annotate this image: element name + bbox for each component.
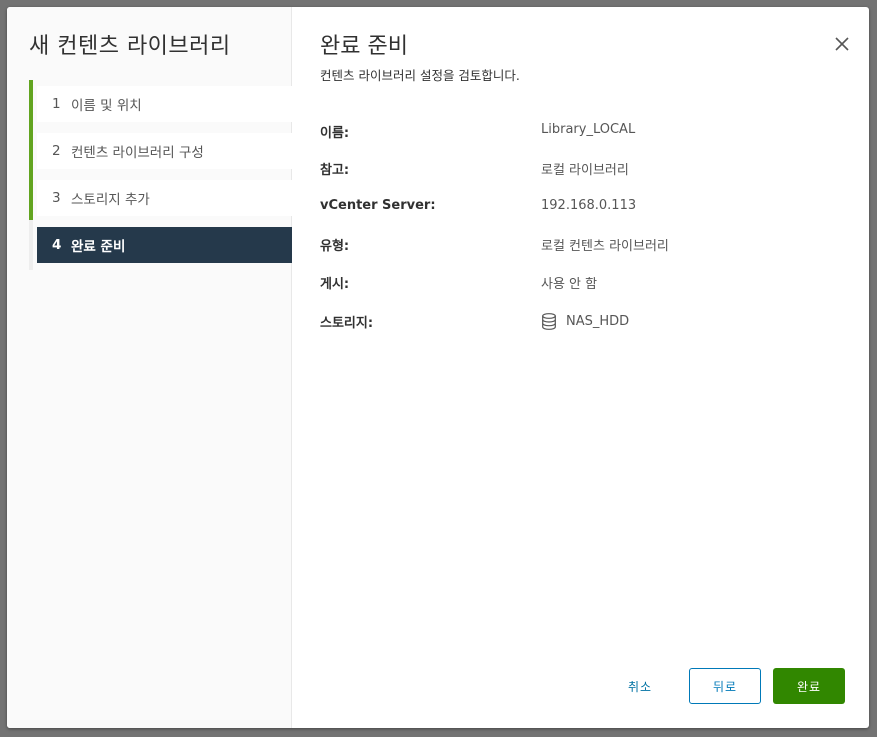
summary-value: 로컬 라이브러리 [541,163,629,178]
step-number: 4 [52,237,62,253]
step-label: 완료 준비 [71,239,126,255]
step-number: 2 [52,143,61,159]
summary-value: 192.168.0.113 [541,198,637,213]
summary-label: 스토리지: [320,316,374,331]
step-configure-library[interactable]: 2 컨텐츠 라이브러리 구성 [37,133,292,169]
step-name-location[interactable]: 1 이름 및 위치 [37,86,292,122]
storage-name: NAS_HDD [566,314,630,329]
datastore-icon [542,313,556,330]
cancel-button[interactable]: 취소 [605,668,675,704]
step-progress-bar [29,80,33,220]
close-icon[interactable] [833,35,851,53]
summary-value: 로컬 컨텐츠 라이브러리 [541,239,669,254]
summary-label: 게시: [320,277,350,292]
summary-row-note: 참고: 로컬 라이브러리 [320,159,840,179]
summary-row-publish: 게시: 사용 안 함 [320,273,840,293]
new-content-library-dialog: 새 컨텐츠 라이브러리 1 이름 및 위치 2 컨텐츠 라이브러리 구성 3 스… [7,7,869,728]
summary-label: 유형: [320,239,350,254]
step-add-storage[interactable]: 3 스토리지 추가 [37,180,292,216]
step-track [29,220,33,270]
wizard-sidebar: 새 컨텐츠 라이브러리 1 이름 및 위치 2 컨텐츠 라이브러리 구성 3 스… [7,7,292,728]
page-subtitle: 컨텐츠 라이브러리 설정을 검토합니다. [320,68,520,83]
wizard-title: 새 컨텐츠 라이브러리 [29,34,231,59]
finish-button[interactable]: 완료 [773,668,845,704]
step-label: 이름 및 위치 [71,98,142,114]
summary-value-storage: NAS_HDD [535,313,629,330]
page-title: 완료 준비 [320,34,408,59]
step-label: 스토리지 추가 [71,192,150,208]
step-number: 1 [52,96,61,112]
summary-label: vCenter Server: [320,198,436,213]
summary-row-name: 이름: Library_LOCAL [320,122,840,142]
summary-value: Library_LOCAL [541,122,636,137]
summary-row-type: 유형: 로컬 컨텐츠 라이브러리 [320,235,840,255]
step-number: 3 [52,190,61,206]
step-ready-to-complete[interactable]: 4 완료 준비 [37,227,292,263]
summary-row-storage: 스토리지: NAS_HDD [320,312,840,332]
summary-row-vcenter: vCenter Server: 192.168.0.113 [320,198,840,218]
back-button[interactable]: 뒤로 [689,668,761,704]
summary-label: 참고: [320,163,350,178]
step-label: 컨텐츠 라이브러리 구성 [71,145,204,161]
summary-label: 이름: [320,126,350,141]
summary-value: 사용 안 함 [541,277,598,292]
